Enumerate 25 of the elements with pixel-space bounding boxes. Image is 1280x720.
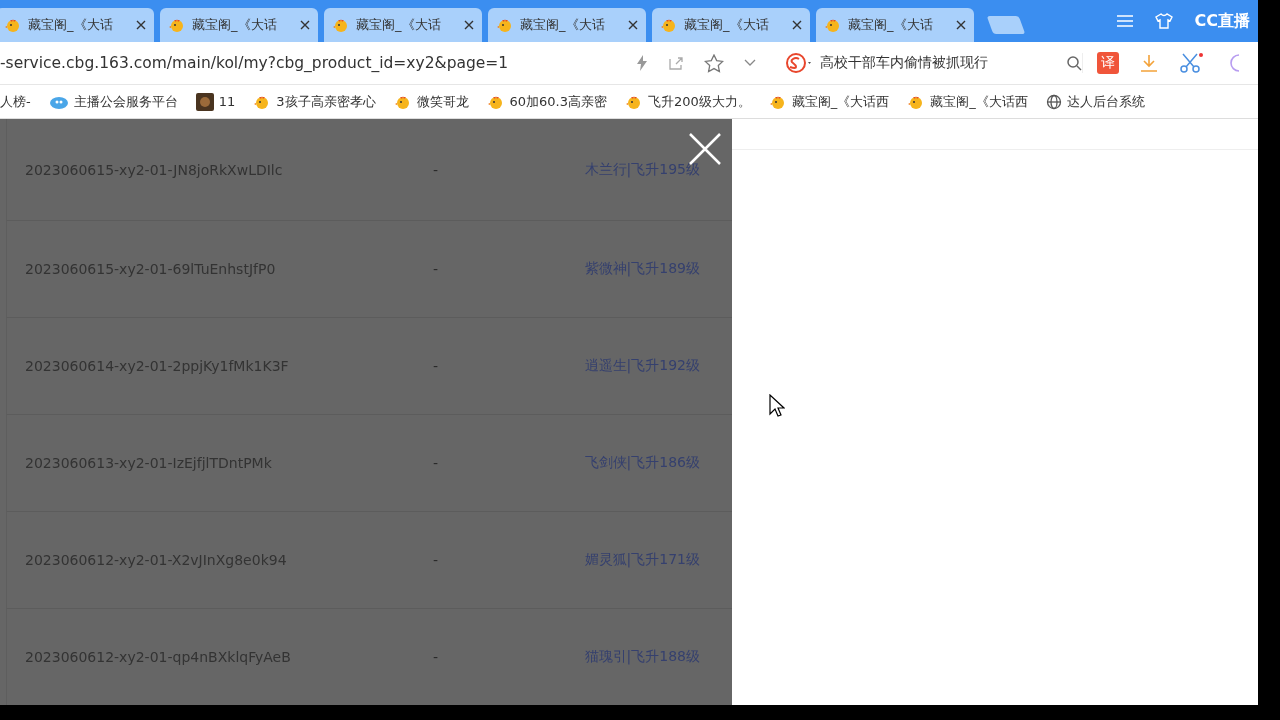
browser-tab[interactable]: 藏宝阁_《大话 — [652, 8, 810, 42]
status-text: - — [432, 455, 440, 471]
status-text: - — [432, 649, 440, 665]
status-text: - — [432, 161, 440, 178]
address-field[interactable]: -service.cbg.163.com/main/kol/my?cbg_product_id=xy2&page=1 — [0, 54, 630, 72]
search-field[interactable]: 高校干部车内偷情被抓现行 — [786, 53, 1083, 73]
bookmark-link[interactable]: 60加60.3高亲密 — [486, 92, 608, 111]
browser-tab[interactable]: 藏宝阁_《大话 — [488, 8, 646, 42]
bookmark-link[interactable]: 3孩子高亲密孝心 — [253, 92, 376, 111]
brand-logo: CC直播 — [1194, 10, 1250, 32]
bookmark-link[interactable]: 主播公会服务平台 — [48, 92, 178, 111]
browser-tab[interactable]: 藏宝阁_《大话 — [160, 8, 318, 42]
bookmark-link[interactable]: 藏宝阁_《大话西 — [768, 92, 890, 111]
bookmark-link[interactable]: 人榜- — [0, 92, 31, 111]
browser-tab[interactable]: 藏宝阁_《大话 — [816, 8, 974, 42]
bookmark-link[interactable]: 藏宝阁_《大话西 — [907, 92, 1028, 111]
bookmark-link[interactable]: 11 — [195, 92, 236, 111]
bookmark-link[interactable]: 达人后台系统 — [1045, 92, 1145, 111]
bookmark-link[interactable]: 飞升200级大力。 — [625, 92, 751, 111]
status-text: - — [432, 552, 440, 568]
bookmark-link[interactable]: 微笑哥龙 — [393, 92, 469, 111]
browser-tab[interactable]: 藏宝阁_《大话 — [324, 8, 482, 42]
status-text: - — [432, 358, 440, 374]
browser-tab[interactable]: 藏宝阁_《大话 — [0, 8, 154, 42]
status-text: - — [432, 261, 440, 277]
